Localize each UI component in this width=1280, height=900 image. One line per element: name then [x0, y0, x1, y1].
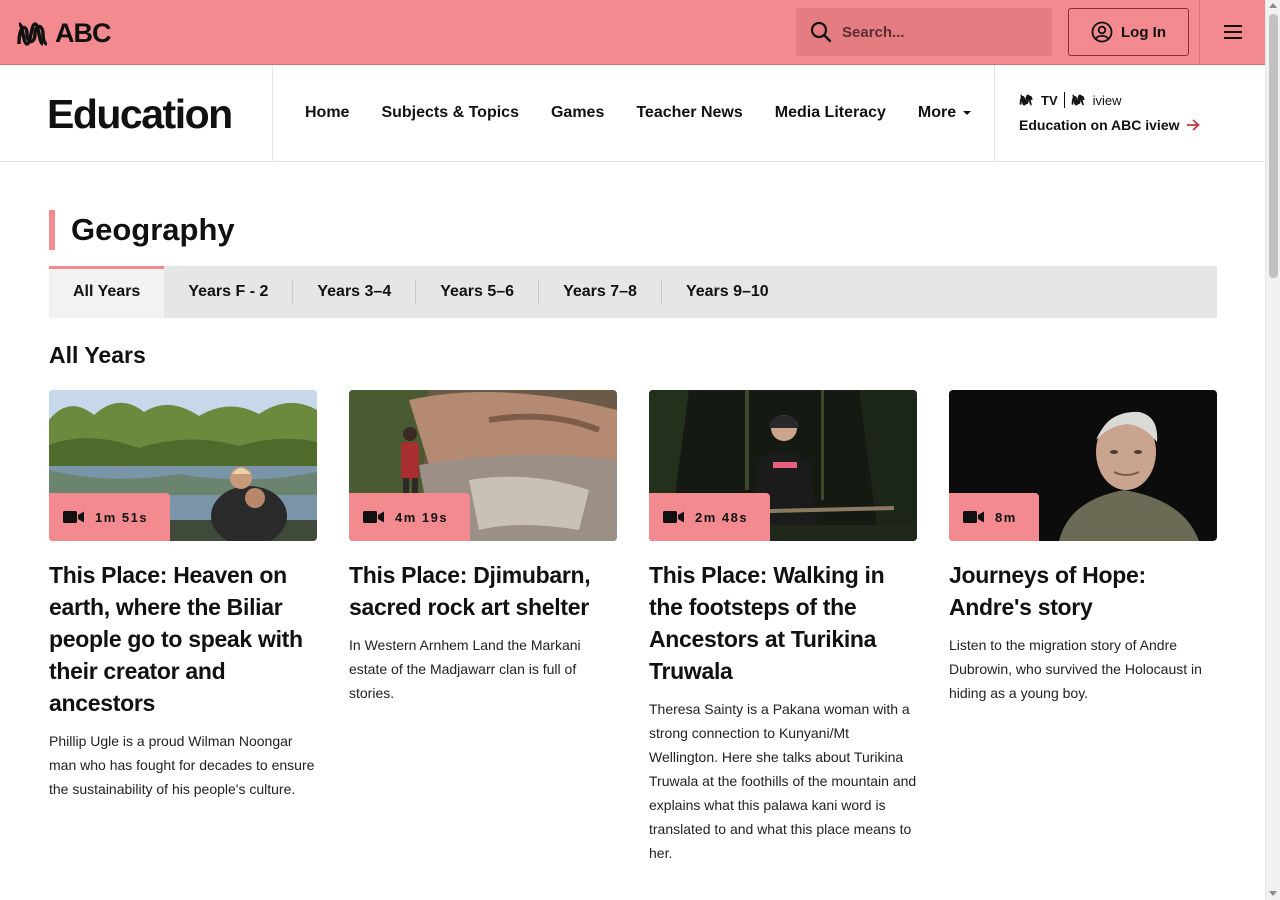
- scrollbar-thumb[interactable]: [1269, 14, 1278, 278]
- duration-badge: 4m 19s: [349, 493, 471, 541]
- page-title: Geography: [49, 210, 235, 250]
- video-thumbnail[interactable]: 1m 51s: [49, 390, 317, 541]
- abc-lissajous-icon: [17, 21, 48, 46]
- duration-label: 1m 51s: [95, 509, 149, 525]
- login-button[interactable]: Log In: [1068, 8, 1189, 56]
- divider: [272, 65, 273, 161]
- abc-iview-label: iview: [1092, 92, 1122, 108]
- search-box[interactable]: [796, 8, 1052, 56]
- nav-item-teacher-news[interactable]: Teacher News: [636, 104, 742, 122]
- caret-down-icon: [963, 111, 972, 115]
- scroll-down-icon[interactable]: [1269, 891, 1277, 896]
- page-scrollbar[interactable]: [1265, 0, 1280, 900]
- tab-all-years[interactable]: All Years: [49, 266, 165, 318]
- nav-more-label: More: [917, 104, 957, 121]
- card-description: In Western Arnhem Land the Markani estat…: [349, 637, 581, 701]
- abc-iview-logo-icon: [1071, 94, 1085, 106]
- iview-link[interactable]: Education on ABC iview: [1019, 117, 1200, 133]
- search-input[interactable]: [842, 23, 1032, 41]
- tab-years-5-6[interactable]: Years 5–6: [416, 266, 538, 318]
- duration-label: 8m: [995, 509, 1017, 525]
- card-title[interactable]: This Place: Heaven on earth, where the B…: [49, 559, 317, 719]
- scroll-up-icon[interactable]: [1269, 3, 1277, 8]
- hamburger-menu-icon: [1223, 25, 1242, 39]
- brand-separator: [1063, 92, 1065, 108]
- card-title[interactable]: This Place: Walking in the footsteps of …: [649, 559, 917, 687]
- iview-link-label: Education on ABC iview: [1019, 117, 1180, 133]
- abc-tv-logo-icon: [1019, 94, 1033, 106]
- video-card[interactable]: 8m Journeys of Hope: Andre's story Liste…: [949, 390, 1217, 705]
- video-card[interactable]: 2m 48s This Place: Walking in the footst…: [649, 390, 917, 865]
- video-thumbnail[interactable]: 4m 19s: [349, 390, 617, 541]
- video-card[interactable]: 1m 51s This Place: Heaven on earth, wher…: [49, 390, 317, 801]
- nav-item-games[interactable]: Games: [551, 104, 604, 122]
- nav-item-subjects-topics[interactable]: Subjects & Topics: [381, 104, 519, 122]
- card-title[interactable]: This Place: Djimubarn, sacred rock art s…: [349, 559, 617, 623]
- abc-logo-text: ABC: [55, 18, 111, 48]
- tab-years-7-8[interactable]: Years 7–8: [539, 266, 661, 318]
- card-description: Phillip Ugle is a proud Wilman Noongar m…: [49, 733, 315, 797]
- education-nav: Home Subjects & Topics Games Teacher New…: [305, 65, 972, 161]
- duration-label: 2m 48s: [695, 509, 749, 525]
- card-description: Listen to the migration story of Andre D…: [949, 637, 1202, 701]
- duration-badge: 8m: [949, 493, 1039, 541]
- tab-years-3-4[interactable]: Years 3–4: [293, 266, 415, 318]
- tab-years-9-10[interactable]: Years 9–10: [662, 266, 793, 318]
- education-header: Education Home Subjects & Topics Games T…: [0, 65, 1265, 162]
- abc-brands: TV iview: [1019, 92, 1200, 108]
- card-description: Theresa Sainty is a Pakana woman with a …: [649, 701, 917, 861]
- video-thumbnail[interactable]: 8m: [949, 390, 1217, 541]
- search-icon: [810, 21, 832, 43]
- arrow-right-icon: [1186, 119, 1200, 131]
- nav-item-home[interactable]: Home: [305, 104, 349, 122]
- video-card[interactable]: 4m 19s This Place: Djimubarn, sacred roc…: [349, 390, 617, 705]
- duration-badge: 2m 48s: [649, 493, 771, 541]
- duration-label: 4m 19s: [395, 509, 449, 525]
- tab-years-f-2[interactable]: Years F - 2: [164, 266, 292, 318]
- user-icon: [1091, 21, 1113, 43]
- menu-button[interactable]: [1199, 0, 1265, 64]
- login-label: Log In: [1121, 23, 1166, 41]
- video-camera-icon: [963, 511, 984, 523]
- nav-item-more[interactable]: More: [918, 104, 972, 122]
- video-camera-icon: [63, 511, 84, 523]
- nav-item-media-literacy[interactable]: Media Literacy: [775, 104, 886, 122]
- duration-badge: 1m 51s: [49, 493, 171, 541]
- education-title[interactable]: Education: [47, 91, 233, 138]
- divider: [994, 65, 995, 161]
- video-thumbnail[interactable]: 2m 48s: [649, 390, 917, 541]
- video-camera-icon: [663, 511, 684, 523]
- abc-logo[interactable]: ABC: [17, 18, 111, 49]
- section-subheading: All Years: [49, 342, 146, 368]
- site-header: ABC Log In: [0, 0, 1265, 65]
- abc-tv-label: TV: [1041, 92, 1058, 108]
- card-title[interactable]: Journeys of Hope: Andre's story: [949, 559, 1217, 623]
- iview-promo[interactable]: TV iview Education on ABC iview: [1019, 92, 1200, 133]
- video-camera-icon: [363, 511, 384, 523]
- year-tabs: All Years Years F - 2 Years 3–4 Years 5–…: [49, 266, 1217, 318]
